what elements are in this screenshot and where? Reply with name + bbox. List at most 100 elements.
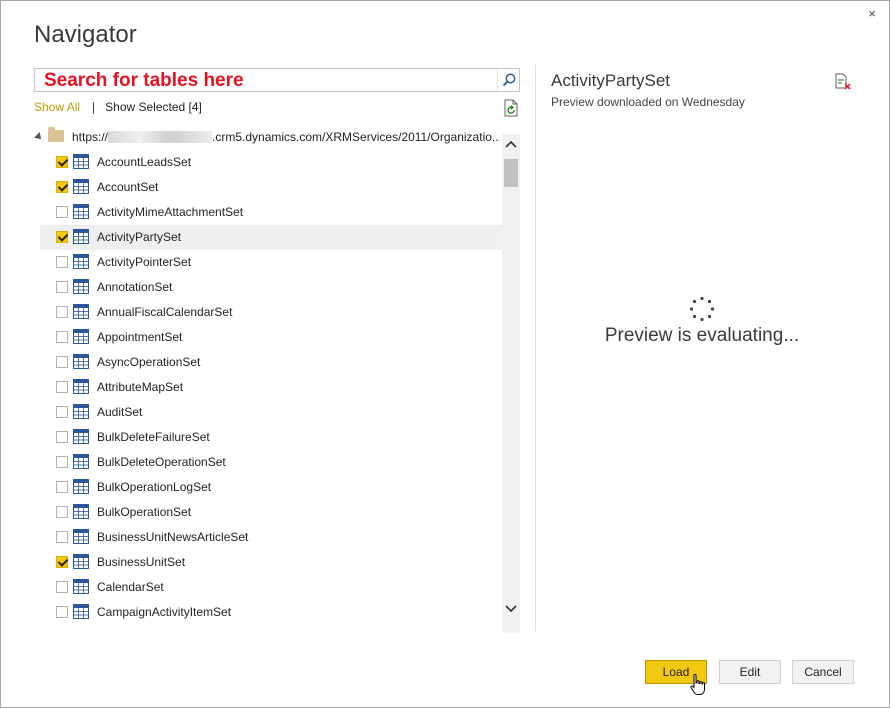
table-icon: [73, 204, 89, 219]
table-name-label: AnnualFiscalCalendarSet: [97, 305, 233, 319]
table-checkbox[interactable]: [56, 281, 68, 293]
table-name-label: BulkDeleteOperationSet: [97, 455, 226, 469]
table-name-label: AppointmentSet: [97, 330, 183, 344]
folder-icon: [48, 127, 64, 142]
table-checkbox[interactable]: [56, 606, 68, 618]
table-icon: [73, 604, 89, 619]
show-all-link[interactable]: Show All: [34, 100, 80, 114]
table-row[interactable]: BulkOperationSet: [40, 500, 502, 525]
pane-divider: [535, 65, 536, 631]
table-icon: [73, 554, 89, 569]
table-row[interactable]: BulkDeleteFailureSet: [40, 425, 502, 450]
chevron-up-icon: [505, 140, 517, 148]
table-name-label: AuditSet: [97, 405, 143, 419]
cancel-button[interactable]: Cancel: [792, 660, 854, 684]
table-icon: [73, 279, 89, 294]
filter-separator: |: [92, 100, 96, 114]
table-row[interactable]: CampaignActivityItemSet: [40, 600, 502, 625]
table-icon: [73, 429, 89, 444]
table-row[interactable]: AttributeMapSet: [40, 375, 502, 400]
table-row[interactable]: BulkDeleteOperationSet: [40, 450, 502, 475]
scroll-down-button[interactable]: [502, 599, 520, 617]
search-button[interactable]: [497, 69, 519, 91]
table-name-label: CalendarSet: [97, 580, 164, 594]
preview-status: Preview is evaluating...: [604, 325, 800, 346]
table-checkbox[interactable]: [56, 556, 68, 568]
table-checkbox[interactable]: [56, 581, 68, 593]
chevron-down-icon: [505, 605, 517, 613]
table-checkbox[interactable]: [56, 356, 68, 368]
table-icon: [73, 229, 89, 244]
table-row[interactable]: ActivityPartySet: [40, 225, 502, 250]
table-checkbox[interactable]: [56, 206, 68, 218]
table-row[interactable]: CalendarSet: [40, 575, 502, 600]
table-row[interactable]: AccountLeadsSet: [40, 150, 502, 175]
table-name-label: BulkOperationLogSet: [97, 480, 212, 494]
table-name-label: AsyncOperationSet: [97, 355, 201, 369]
table-row[interactable]: AsyncOperationSet: [40, 350, 502, 375]
table-checkbox[interactable]: [56, 481, 68, 493]
export-preview-button[interactable]: [834, 73, 852, 91]
refresh-button[interactable]: [503, 99, 519, 117]
preview-title: ActivityPartySet: [551, 71, 671, 90]
table-checkbox[interactable]: [56, 531, 68, 543]
table-row[interactable]: AccountSet: [40, 175, 502, 200]
table-icon: [73, 479, 89, 494]
edit-button[interactable]: Edit: [719, 660, 781, 684]
table-row[interactable]: AnnualFiscalCalendarSet: [40, 300, 502, 325]
table-row[interactable]: BusinessUnitSet: [40, 550, 502, 575]
scrollbar-thumb[interactable]: [504, 159, 518, 187]
table-checkbox[interactable]: [56, 256, 68, 268]
show-selected-link[interactable]: Show Selected [4]: [105, 100, 202, 114]
close-button[interactable]: ×: [863, 5, 881, 23]
table-icon: [73, 329, 89, 344]
table-icon: [73, 529, 89, 544]
preview-subtitle: Preview downloaded on Wednesday: [551, 95, 745, 109]
table-row[interactable]: BusinessUnitNewsArticleSet: [40, 525, 502, 550]
table-checkbox[interactable]: [56, 456, 68, 468]
root-url-prefix: https://: [72, 130, 109, 144]
table-icon: [73, 354, 89, 369]
table-icon: [73, 179, 89, 194]
loading-spinner-icon: [689, 296, 715, 322]
table-checkbox[interactable]: [56, 431, 68, 443]
collapse-arrow-icon[interactable]: [34, 132, 44, 142]
table-checkbox[interactable]: [56, 231, 68, 243]
search-input[interactable]: Search for tables here: [44, 70, 244, 92]
table-icon: [73, 454, 89, 469]
table-name-label: AnnotationSet: [97, 280, 173, 294]
table-name-label: AccountSet: [97, 180, 159, 194]
table-icon: [73, 579, 89, 594]
table-name-label: BulkDeleteFailureSet: [97, 430, 210, 444]
table-name-label: AccountLeadsSet: [97, 155, 192, 169]
table-checkbox[interactable]: [56, 381, 68, 393]
table-row[interactable]: AuditSet: [40, 400, 502, 425]
scroll-up-button[interactable]: [502, 136, 520, 154]
table-icon: [73, 154, 89, 169]
table-name-label: ActivityPartySet: [97, 230, 182, 244]
table-checkbox[interactable]: [56, 181, 68, 193]
table-row[interactable]: ActivityMimeAttachmentSet: [40, 200, 502, 225]
table-checkbox[interactable]: [56, 156, 68, 168]
table-icon: [73, 254, 89, 269]
table-icon: [73, 379, 89, 394]
table-row[interactable]: BulkOperationLogSet: [40, 475, 502, 500]
table-row[interactable]: AnnotationSet: [40, 275, 502, 300]
table-row[interactable]: AppointmentSet: [40, 325, 502, 350]
table-export-icon: [835, 73, 851, 90]
table-checkbox[interactable]: [56, 306, 68, 318]
tree-scrollbar[interactable]: [502, 134, 520, 633]
root-url-label: https:// .crm5.dynamics.com/XRMServices/2…: [72, 130, 500, 144]
table-name-label: BusinessUnitSet: [97, 555, 186, 569]
table-row[interactable]: ActivityPointerSet: [40, 250, 502, 275]
table-icon: [73, 304, 89, 319]
refresh-icon: [504, 99, 518, 117]
tree-root-node[interactable]: https:// .crm5.dynamics.com/XRMServices/2…: [34, 125, 500, 150]
table-checkbox[interactable]: [56, 406, 68, 418]
table-checkbox[interactable]: [56, 331, 68, 343]
search-box[interactable]: Search for tables here: [34, 68, 520, 92]
table-name-label: CampaignActivityItemSet: [97, 605, 232, 619]
redacted-host-blur: [108, 131, 213, 143]
table-checkbox[interactable]: [56, 506, 68, 518]
table-name-label: ActivityPointerSet: [97, 255, 192, 269]
